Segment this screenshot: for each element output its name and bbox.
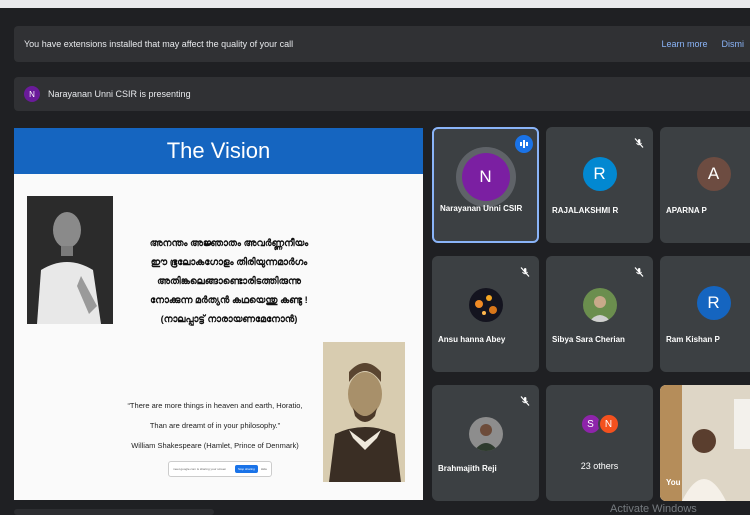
participant-avatar: A [696,157,731,191]
poem-line: ഈ ഭൂലോകഗോളം തിരിയുന്നമാർഗം [150,257,308,268]
participant-avatar: R [696,286,731,320]
activate-windows-watermark: Activate Windows [610,503,697,515]
shakespeare-quote: “There are more things in heaven and ear… [110,396,320,456]
participant-photo [468,417,503,451]
participant-tile[interactable]: Ansu hanna Abey [432,256,539,372]
poem-line: നോക്കുന്ന മർത്യൻ കഥയെന്തു കണ്ടു ! [150,295,308,306]
poem-line: അതിങ്കലെങ്ങാണ്ടൊരിടത്തിരുന്നു [157,276,301,287]
participant-name: Brahmajith Reji [438,464,497,473]
mic-off-icon [520,267,530,277]
browser-top-strip [0,0,750,8]
shared-slide: The Vision അനന്തം അജ്ഞാതം അവർണ്ണനീയം ഈ ഭ… [14,128,423,500]
quote-line: “There are more things in heaven and ear… [127,401,303,410]
participant-name: You [666,478,681,487]
participant-name: APARNA P [666,206,707,215]
dismiss-button[interactable]: Dismi [722,39,745,49]
mic-off-icon [520,396,530,406]
participant-tile[interactable]: R RAJALAKSHMI R [546,127,653,243]
participant-tile[interactable]: Brahmajith Reji [432,385,539,501]
mic-off-icon [634,267,644,277]
poem-attribution: (നാലപ്പാട്ട് നാരായണമേനോൻ) [160,314,298,325]
bottom-scroll-strip [14,509,214,515]
shakespeare-portrait [323,342,405,482]
participant-photo [582,288,617,322]
participant-tile[interactable]: A APARNA P [660,127,750,243]
malayalam-poem: അനന്തം അജ്ഞാതം അവർണ്ണനീയം ഈ ഭൂലോകഗോളം തി… [114,234,344,329]
self-view-tile[interactable]: You [660,385,750,501]
screen-share-bar: meet.google.com is sharing your screen S… [168,461,272,477]
banner-message: You have extensions installed that may a… [24,39,294,49]
stop-sharing-button[interactable]: Stop sharing [234,465,258,473]
presenting-text: Narayanan Unni CSIR is presenting [48,89,191,99]
extensions-banner: You have extensions installed that may a… [14,26,750,62]
participant-tile[interactable]: N Narayanan Unni CSIR [432,127,539,243]
quote-attribution: William Shakespeare (Hamlet, Prince of D… [131,441,299,450]
learn-more-link[interactable]: Learn more [661,39,707,49]
others-avatars: S N [546,413,653,435]
participant-photo [468,288,503,322]
participant-avatar: R [582,157,617,191]
quote-line: Than are dreamt of in your philosophy.” [149,421,281,430]
mic-off-icon [634,138,644,148]
participant-name: Ansu hanna Abey [438,335,506,344]
participant-avatar: N [597,413,620,435]
share-status-text: meet.google.com is sharing your screen [173,467,227,471]
presenter-avatar: N [24,86,40,102]
participant-name: Ram Kishan P [666,335,720,344]
poem-line: അനന്തം അജ്ഞാതം അവർണ്ണനീയം [149,238,309,249]
participant-tile[interactable]: R Ram Kishan P [660,256,750,372]
others-tile[interactable]: S N 23 others [546,385,653,501]
slide-title: The Vision [14,128,423,174]
participant-name: Narayanan Unni CSIR [440,204,523,213]
participant-name: Sibya Sara Cherian [552,335,625,344]
hide-button[interactable]: Hide [261,467,267,471]
participant-avatar: N [461,153,510,201]
participant-tile[interactable]: Sibya Sara Cherian [546,256,653,372]
presenting-bar: N Narayanan Unni CSIR is presenting [14,77,750,111]
speaking-indicator-icon [515,135,533,153]
nalappat-portrait [27,196,113,324]
others-count: 23 others [580,461,619,471]
participant-name: RAJALAKSHMI R [552,206,619,215]
